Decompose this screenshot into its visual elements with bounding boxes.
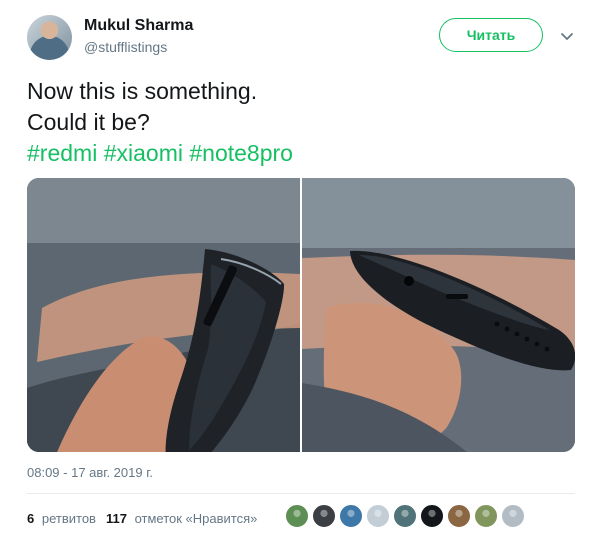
likes-count: 117 [105, 511, 127, 526]
hashtag-xiaomi[interactable]: #xiaomi [104, 140, 183, 166]
author-handle[interactable]: @stufflistings [84, 39, 167, 55]
hashtag-redmi[interactable]: #redmi [27, 140, 97, 166]
divider [27, 493, 575, 494]
liker-avatar[interactable] [420, 504, 444, 528]
tweet-text: Now this is something. Could it be? #red… [27, 76, 587, 169]
retweets-stat[interactable]: 6 ретвитов [27, 511, 96, 526]
liker-avatar[interactable] [474, 504, 498, 528]
hashtag-note8pro[interactable]: #note8pro [189, 140, 293, 166]
tweet-timestamp[interactable]: 08:09 - 17 авг. 2019 г. [27, 465, 153, 480]
follow-button[interactable]: Читать [439, 18, 543, 52]
retweets-count: 6 [27, 511, 35, 526]
tweet-line: Could it be? [27, 109, 150, 135]
likes-stat[interactable]: 117 отметок «Нравится» [106, 511, 257, 526]
likes-label: отметок «Нравится» [134, 511, 258, 526]
liker-avatar[interactable] [339, 504, 363, 528]
liker-avatars [285, 504, 525, 528]
author-name[interactable]: Mukul Sharma [84, 17, 193, 35]
liker-avatar[interactable] [501, 504, 525, 528]
tweet-photo-left[interactable] [27, 178, 300, 452]
chevron-down-icon[interactable] [558, 27, 576, 45]
liker-avatar[interactable] [312, 504, 336, 528]
author-avatar[interactable] [27, 15, 72, 60]
tweet-photo-right[interactable] [302, 178, 575, 452]
liker-avatar[interactable] [285, 504, 309, 528]
retweets-label: ретвитов [41, 511, 96, 526]
engagement-stats: 6 ретвитов 117 отметок «Нравится» [27, 511, 267, 526]
tweet-line: Now this is something. [27, 78, 258, 104]
hashtag-list: #redmi #xiaomi #note8pro [27, 138, 587, 169]
liker-avatar[interactable] [447, 504, 471, 528]
liker-avatar[interactable] [393, 504, 417, 528]
liker-avatar[interactable] [366, 504, 390, 528]
